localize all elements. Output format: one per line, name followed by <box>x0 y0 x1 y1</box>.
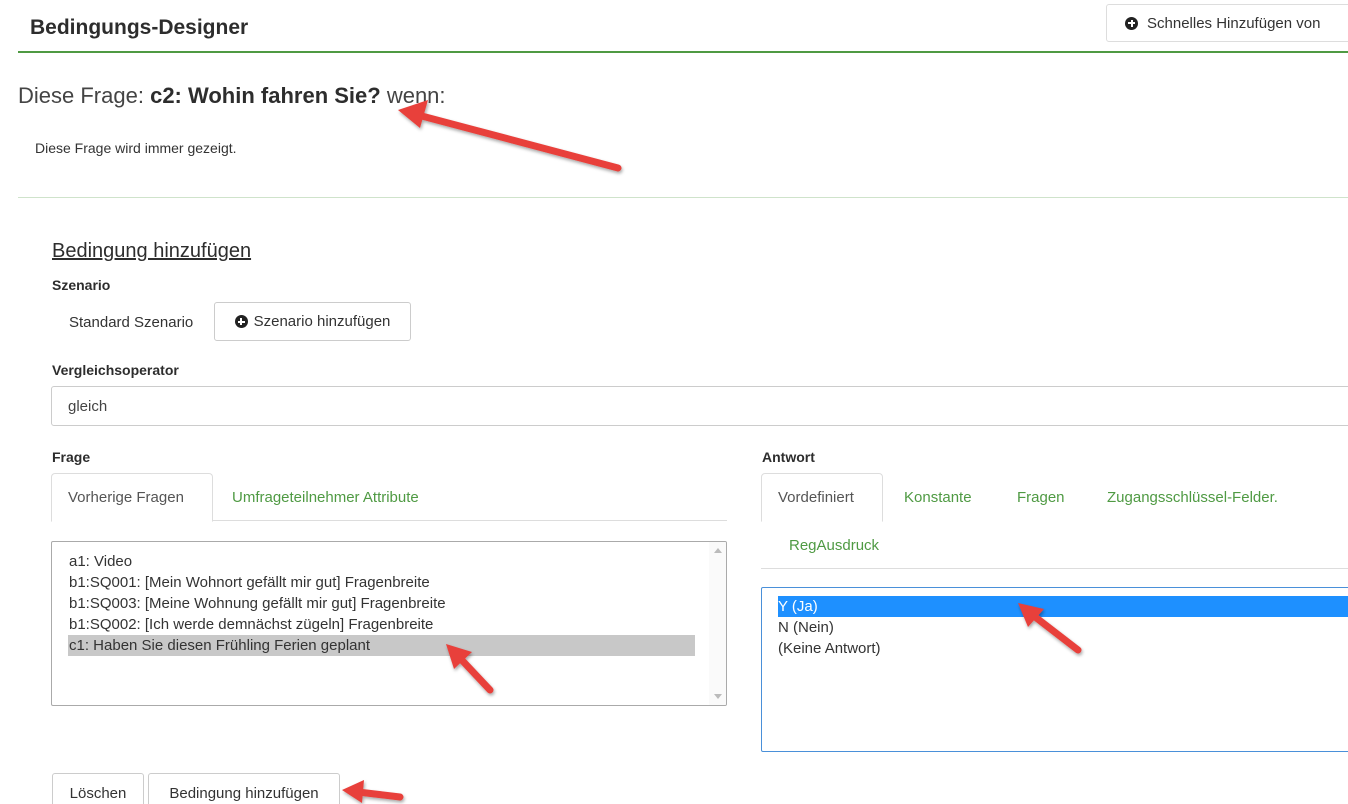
tab-predefined[interactable]: Vordefiniert <box>761 473 883 522</box>
header-divider <box>18 51 1348 53</box>
answer-listbox[interactable]: Y (Ja) N (Nein) (Keine Antwort) <box>761 587 1348 752</box>
scroll-down-icon[interactable] <box>714 694 722 699</box>
tab-participant-attributes[interactable]: Umfrageteilnehmer Attribute <box>216 473 435 521</box>
scenario-value: Standard Szenario <box>69 314 194 331</box>
question-suffix: wenn: <box>386 83 446 108</box>
operator-label: Vergleichsoperator <box>52 362 179 378</box>
question-tabs: Vorherige Fragen Umfrageteilnehmer Attri… <box>51 473 727 522</box>
list-item[interactable]: b1:SQ001: [Mein Wohnort gefällt mir gut]… <box>68 572 695 593</box>
add-condition-heading: Bedingung hinzufügen <box>52 240 252 262</box>
tab-previous-questions[interactable]: Vorherige Fragen <box>51 473 213 522</box>
list-item[interactable]: b1:SQ002: [Ich werde demnächst zügeln] F… <box>68 614 695 635</box>
annotation-arrow <box>354 788 404 801</box>
list-item[interactable]: N (Nein) <box>778 617 1348 638</box>
plus-circle-icon <box>1125 16 1138 30</box>
add-condition-button[interactable]: Bedingung hinzufügen <box>148 773 340 804</box>
answer-label: Antwort <box>762 449 815 465</box>
tab-questions[interactable]: Fragen <box>1001 473 1081 521</box>
delete-button[interactable]: Löschen <box>52 773 144 804</box>
section-divider <box>18 197 1348 198</box>
list-item[interactable]: (Keine Antwort) <box>778 638 1348 659</box>
operator-select[interactable]: gleich <box>51 386 1348 426</box>
question-code: c2: Wohin fahren Sie? <box>150 83 381 108</box>
question-heading: Diese Frage: c2: Wohin fahren Sie? wenn: <box>18 83 446 109</box>
tab-regex[interactable]: RegAusdruck <box>773 521 895 569</box>
list-item[interactable]: a1: Video <box>68 551 695 572</box>
scroll-up-icon[interactable] <box>714 548 722 553</box>
annotation-arrow <box>414 111 622 172</box>
annotation-arrow-head <box>342 780 364 803</box>
list-item-selected[interactable]: Y (Ja) <box>778 596 1348 617</box>
listbox-scrollbar[interactable] <box>709 542 726 705</box>
scenario-label: Szenario <box>52 277 111 293</box>
quick-add-label: Schnelles Hinzufügen von <box>1147 14 1321 32</box>
list-item[interactable]: b1:SQ003: [Meine Wohnung gefällt mir gut… <box>68 593 695 614</box>
tab-token-fields[interactable]: Zugangsschlüssel-Felder. <box>1091 473 1294 521</box>
question-listbox[interactable]: a1: Video b1:SQ001: [Mein Wohnort gefäll… <box>51 541 727 706</box>
tab-constant[interactable]: Konstante <box>888 473 988 521</box>
question-label: Frage <box>52 449 91 465</box>
question-prefix: Diese Frage: <box>18 83 144 108</box>
plus-circle-icon <box>234 315 248 328</box>
quick-add-button[interactable]: Schnelles Hinzufügen von <box>1106 4 1348 42</box>
list-item-selected[interactable]: c1: Haben Sie diesen Frühling Ferien gep… <box>68 635 695 656</box>
add-scenario-button[interactable]: Szenario hinzufügen <box>214 302 411 341</box>
page-title: Bedingungs-Designer <box>30 16 249 39</box>
answer-tabs: Vordefiniert Konstante Fragen Zugangssch… <box>761 473 1348 569</box>
always-shown-text: Diese Frage wird immer gezeigt. <box>35 140 237 156</box>
add-scenario-label: Szenario hinzufügen <box>253 313 391 330</box>
